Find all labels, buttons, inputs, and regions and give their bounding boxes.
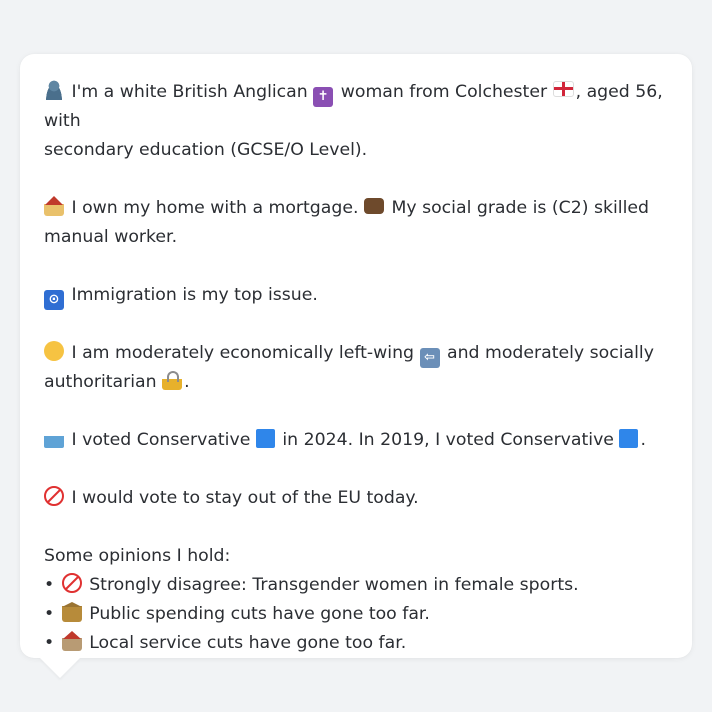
opinion-text: Local service cuts have gone too far. [89, 633, 407, 653]
vote-2019-text: in 2024. In 2019, I voted Conservative [282, 430, 614, 450]
social-text: and moderately socially [447, 343, 654, 363]
identity-text: I'm a white British Anglican [71, 82, 308, 102]
prohibited-icon [61, 573, 82, 593]
identity-text-2: woman from Colchester [340, 82, 548, 102]
ballot-box-icon [44, 428, 64, 448]
top-issue-paragraph: ⊙ Immigration is my top issue. [44, 281, 668, 310]
message-bubble: I'm a white British Anglican ✝ woman fro… [20, 54, 692, 658]
top-issue-text: Immigration is my top issue. [71, 285, 318, 305]
period: . [640, 430, 646, 450]
passport-control-icon: ⊙ [44, 290, 64, 310]
bullet: • [44, 633, 55, 653]
vote-2024-text: I voted Conservative [71, 430, 251, 450]
vote-paragraph: I voted Conservative in 2024. In 2019, I… [44, 426, 668, 455]
briefcase-icon [363, 198, 384, 214]
latin-cross-icon: ✝ [313, 87, 334, 107]
housing-text: I own my home with a mortgage. [71, 198, 359, 218]
blue-square-icon [255, 429, 275, 448]
classical-building-icon [61, 602, 82, 622]
derelict-house-icon [61, 631, 82, 651]
identity-paragraph: I'm a white British Anglican ✝ woman fro… [44, 78, 668, 165]
opinion-text: Public spending cuts have gone too far. [89, 604, 430, 624]
prohibited-icon [44, 486, 64, 506]
ideology-paragraph: I am moderately economically left-wing ⇦… [44, 339, 668, 397]
period: . [184, 372, 190, 392]
eu-text: I would vote to stay out of the EU today… [71, 488, 419, 508]
social-grade-text: My social grade is (C2) skilled [391, 198, 649, 218]
eu-paragraph: I would vote to stay out of the EU today… [44, 484, 668, 513]
opinion-item: • Local service cuts have gone too far. [44, 629, 668, 658]
opinions-heading: Some opinions I hold: [44, 546, 231, 566]
england-flag-icon [552, 81, 574, 97]
blue-square-icon [619, 429, 639, 448]
profile-text: I'm a white British Anglican ✝ woman fro… [44, 54, 668, 658]
house-icon [44, 196, 64, 216]
opinion-text: Strongly disagree: Transgender women in … [89, 575, 579, 595]
bullet: • [44, 575, 55, 595]
opinion-item: • Public spending cuts have gone too far… [44, 600, 668, 629]
social-grade-text-2: manual worker. [44, 227, 178, 247]
social-text-2: authoritarian [44, 372, 157, 392]
education-text: secondary education (GCSE/O Level). [44, 140, 368, 160]
lock-icon [162, 370, 183, 390]
bullet: • [44, 604, 55, 624]
opinion-item: • Strongly disagree: Transgender women i… [44, 571, 668, 600]
bubble-tail [40, 658, 80, 678]
thinking-face-icon [44, 341, 64, 361]
left-arrow-icon: ⇦ [419, 348, 440, 368]
housing-paragraph: I own my home with a mortgage. My social… [44, 194, 668, 252]
economic-text: I am moderately economically left-wing [71, 343, 415, 363]
bust-in-silhouette-icon [44, 80, 64, 100]
